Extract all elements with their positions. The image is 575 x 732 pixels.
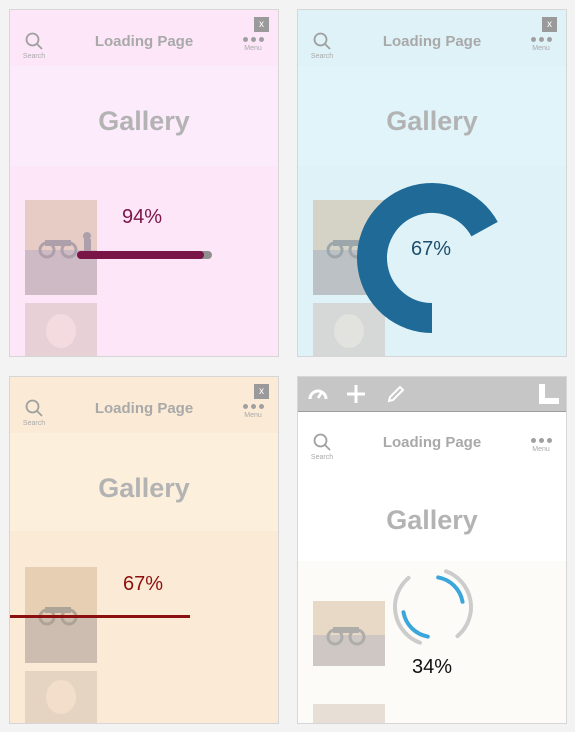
menu-label: Menu [244,412,262,419]
menu-label: Menu [532,446,550,453]
progress-line [10,615,190,618]
search-label: Search [310,53,334,60]
preview-panel-pink: Gallery Search Loading Page Menu x 94% [9,9,279,357]
gallery-heading: Gallery [98,106,190,136]
progress-percent: 34% [411,656,453,678]
hero-section: Gallery [298,66,566,166]
menu-button[interactable]: Menu [240,404,266,419]
preview-panel-peach: Gallery Search Loading Page Menu x 67% [9,376,279,724]
wordpress-logo[interactable] [539,384,559,404]
search-label: Search [22,53,46,60]
close-button[interactable]: x [542,17,557,32]
progress-bar-track [77,251,212,259]
hero-section: Gallery [10,433,278,531]
gallery-image [25,200,97,295]
search-label: Search [22,420,46,427]
ellipsis-icon [528,438,554,443]
ellipsis-icon [240,404,266,409]
hero-section: Gallery [10,66,278,166]
app-header: Search Loading Page Menu [298,10,566,66]
app-title: Loading Page [94,400,194,417]
content-area: 34% [298,561,566,723]
search-label: Search [310,454,334,461]
preview-panel-blue: Gallery Search Loading Page Menu x 67% [297,9,567,357]
gallery-image [25,671,97,723]
gallery-heading: Gallery [386,505,478,535]
menu-button[interactable]: Menu [528,37,554,52]
progress-ring [357,183,498,333]
app-header: Search Loading Page Menu [10,10,278,66]
gallery-heading: Gallery [98,473,190,503]
preview-panel-white: Gallery Search Loading Page Menu 34% [297,376,567,724]
menu-button[interactable]: Menu [528,438,554,453]
pencil-icon[interactable] [386,384,406,404]
dashboard-icon[interactable] [308,384,328,404]
app-title: Loading Page [382,434,482,451]
hero-section: Gallery [298,467,566,561]
gallery-image [25,303,97,356]
gallery-heading: Gallery [386,106,478,136]
content-area: 67% [10,531,278,723]
close-button[interactable]: x [254,17,269,32]
ellipsis-icon [528,37,554,42]
progress-bar-fill [77,251,204,259]
gallery-image [313,704,385,723]
app-header: Search Loading Page Menu [10,377,278,433]
menu-label: Menu [532,45,550,52]
content-area: 94% [10,166,278,356]
content-area: 67% [298,166,566,356]
progress-percent: 94% [121,206,163,228]
arc-spinner [393,569,473,645]
editor-toolbar [298,377,566,411]
progress-percent: 67% [122,573,164,595]
ellipsis-icon [240,37,266,42]
menu-button[interactable]: Menu [240,37,266,52]
app-title: Loading Page [382,33,482,50]
progress-percent: 67% [410,238,452,260]
menu-label: Menu [244,45,262,52]
app-title: Loading Page [94,33,194,50]
close-button[interactable]: x [254,384,269,399]
app-header: Search Loading Page Menu [298,411,566,467]
plus-icon[interactable] [346,384,366,404]
